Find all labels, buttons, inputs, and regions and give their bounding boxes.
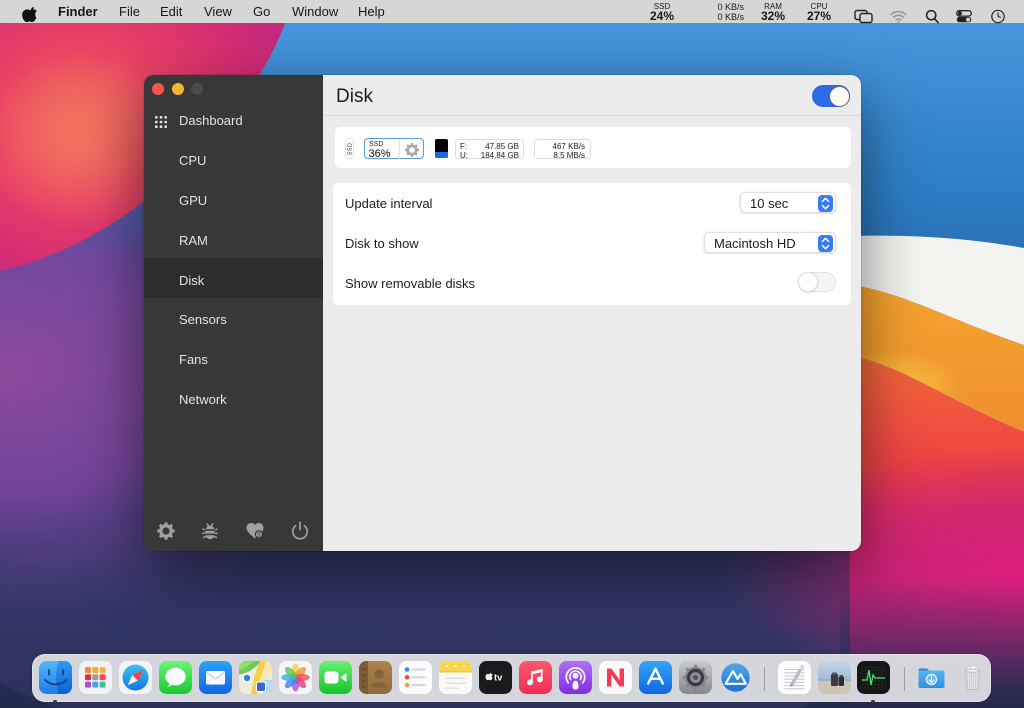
svg-text:tv: tv <box>494 673 503 684</box>
svg-text:$: $ <box>257 532 261 539</box>
